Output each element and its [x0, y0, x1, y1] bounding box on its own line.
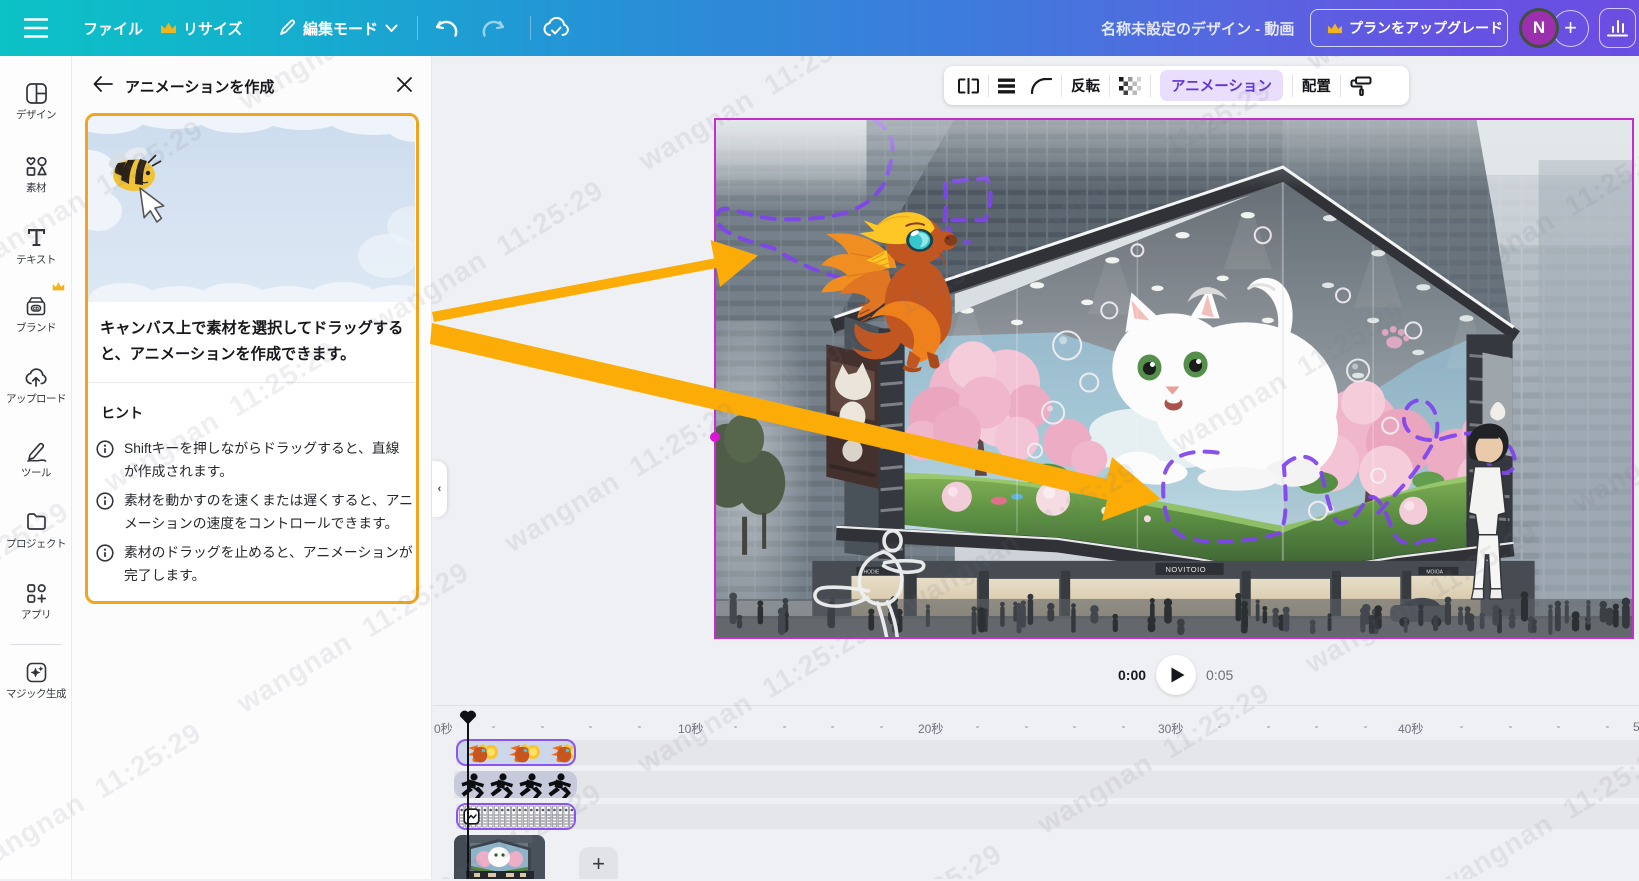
- svg-text:co: co: [33, 306, 39, 312]
